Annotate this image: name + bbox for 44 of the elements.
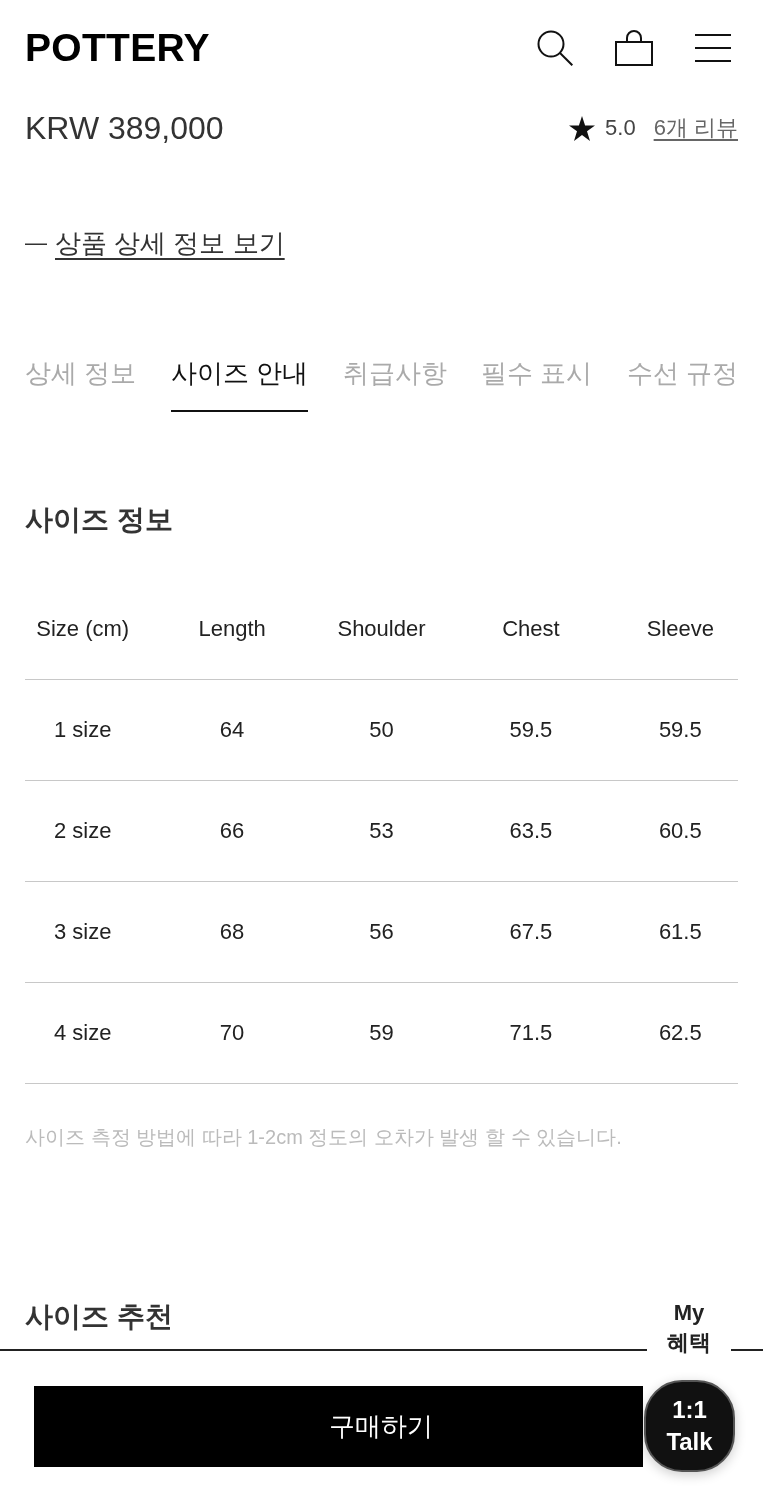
table-cell-text: 70 — [218, 1020, 246, 1046]
section-title: 사이즈 추천 — [25, 1300, 173, 1334]
table-cell-text: 1 size — [52, 717, 113, 743]
dash-text: — — [25, 230, 47, 256]
size-note: 사이즈 측정 방법에 따라 1-2cm 정도의 오차가 발생 할 수 있습니다. — [25, 1125, 623, 1150]
table-cell-text: 63.5 — [508, 818, 554, 844]
table-cell-text: 61.5 — [657, 919, 703, 945]
table-cell-text: 50 — [368, 717, 395, 743]
chat-button[interactable]: 1:1 Talk — [644, 1380, 735, 1472]
rating-score: 5.0 — [605, 115, 636, 141]
menu-icon — [695, 33, 731, 62]
menu-button[interactable] — [695, 33, 731, 62]
table-cell-text: 59.5 — [657, 717, 703, 743]
shopping-bag-icon — [615, 29, 653, 66]
buy-button[interactable]: 구매하기 — [34, 1386, 643, 1467]
table-cell-text: 3 size — [52, 919, 113, 945]
product-price: KRW 389,000 — [25, 112, 224, 144]
cart-button[interactable] — [615, 29, 653, 66]
search-icon — [537, 29, 573, 66]
table-cell-text: 71.5 — [508, 1020, 554, 1046]
table-cell-text: 62.5 — [657, 1020, 703, 1046]
column-header: Shoulder — [336, 616, 427, 642]
table-cell-text: 66 — [218, 818, 246, 844]
table-cell-text: 59.5 — [508, 717, 554, 743]
table-cell-text: 59 — [368, 1020, 395, 1046]
column-header: Chest — [501, 616, 561, 642]
table-cell-text: 2 size — [52, 818, 113, 844]
table-cell-text: 4 size — [52, 1020, 113, 1046]
column-header: Sleeve — [645, 616, 715, 642]
column-header: Size (cm) — [35, 616, 131, 642]
star-icon — [569, 115, 596, 141]
table-cell-text: 60.5 — [657, 818, 703, 844]
tab[interactable]: 사이즈 안내 — [170, 358, 308, 412]
brand-logo[interactable]: POTTERY — [25, 28, 210, 67]
section-title: 사이즈 정보 — [25, 503, 173, 537]
table-cell-text: 67.5 — [508, 919, 554, 945]
table-cell-text: 68 — [218, 919, 246, 945]
reviews-link[interactable]: 6개 리뷰 — [653, 113, 738, 143]
table-cell-text: 53 — [368, 818, 395, 844]
product-details-link[interactable]: 상품 상세 정보 보기 — [55, 225, 285, 261]
search-button[interactable] — [537, 29, 573, 66]
table-cell-text: 56 — [368, 919, 395, 945]
table-cell-text: 64 — [218, 717, 246, 743]
column-header: Length — [197, 616, 267, 642]
